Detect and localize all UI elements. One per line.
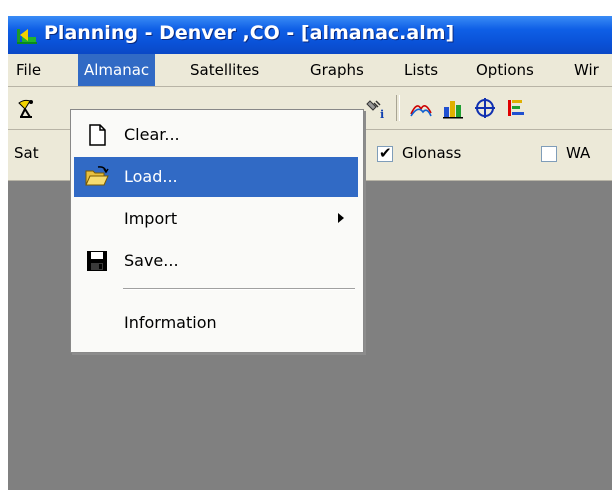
menu-item-load[interactable]: Load... xyxy=(74,157,358,197)
glonass-checkbox[interactable]: ✔ xyxy=(377,144,393,162)
almanac-menu: Clear... Load... Import Save... Informat… xyxy=(70,109,364,353)
menu-item-import-label: Import xyxy=(124,209,178,228)
open-folder-icon xyxy=(85,166,109,186)
menu-item-import[interactable]: Import xyxy=(74,199,358,239)
elevation-graph-icon[interactable] xyxy=(410,97,432,119)
menu-options[interactable]: Options xyxy=(470,54,540,86)
menu-item-clear[interactable]: Clear... xyxy=(74,115,358,155)
menu-item-clear-label: Clear... xyxy=(124,125,180,144)
sky-plot-icon[interactable] xyxy=(474,97,496,119)
menu-satellites[interactable]: Satellites xyxy=(184,54,265,86)
window-title: Planning - Denver ,CO - [almanac.alm] xyxy=(44,22,455,44)
menu-file[interactable]: File xyxy=(10,54,47,86)
menu-item-information-label: Information xyxy=(124,313,217,332)
menu-separator xyxy=(123,288,355,290)
menu-window[interactable]: Wir xyxy=(568,54,605,86)
menu-item-information[interactable]: Information xyxy=(74,303,358,343)
menu-lists[interactable]: Lists xyxy=(398,54,444,86)
satellites-label: Sat xyxy=(14,144,39,162)
menu-almanac[interactable]: Almanac xyxy=(78,54,156,86)
bar-chart-icon[interactable] xyxy=(442,97,464,119)
title-bar[interactable]: Planning - Denver ,CO - [almanac.alm] xyxy=(8,16,612,54)
menu-bar: File Almanac Satellites Graphs Lists Opt… xyxy=(8,54,612,87)
floppy-disk-icon xyxy=(87,251,107,271)
menu-item-save[interactable]: Save... xyxy=(74,241,358,281)
wa-checkbox[interactable] xyxy=(541,146,557,162)
wa-label: WA xyxy=(566,144,591,162)
color-bars-icon[interactable] xyxy=(506,97,528,119)
checkmark-icon: ✔ xyxy=(379,144,392,162)
app-icon xyxy=(17,29,37,44)
menu-item-load-label: Load... xyxy=(124,167,178,186)
satellite-info-icon[interactable]: i xyxy=(366,97,388,119)
menu-item-save-label: Save... xyxy=(124,251,179,270)
svg-text:i: i xyxy=(380,108,384,119)
satellite-dish-icon[interactable] xyxy=(16,97,38,119)
glonass-label: Glonass xyxy=(402,144,462,162)
new-document-icon xyxy=(89,124,106,146)
submenu-arrow-icon xyxy=(338,213,344,223)
toolbar-separator xyxy=(396,95,400,121)
menu-graphs[interactable]: Graphs xyxy=(304,54,370,86)
